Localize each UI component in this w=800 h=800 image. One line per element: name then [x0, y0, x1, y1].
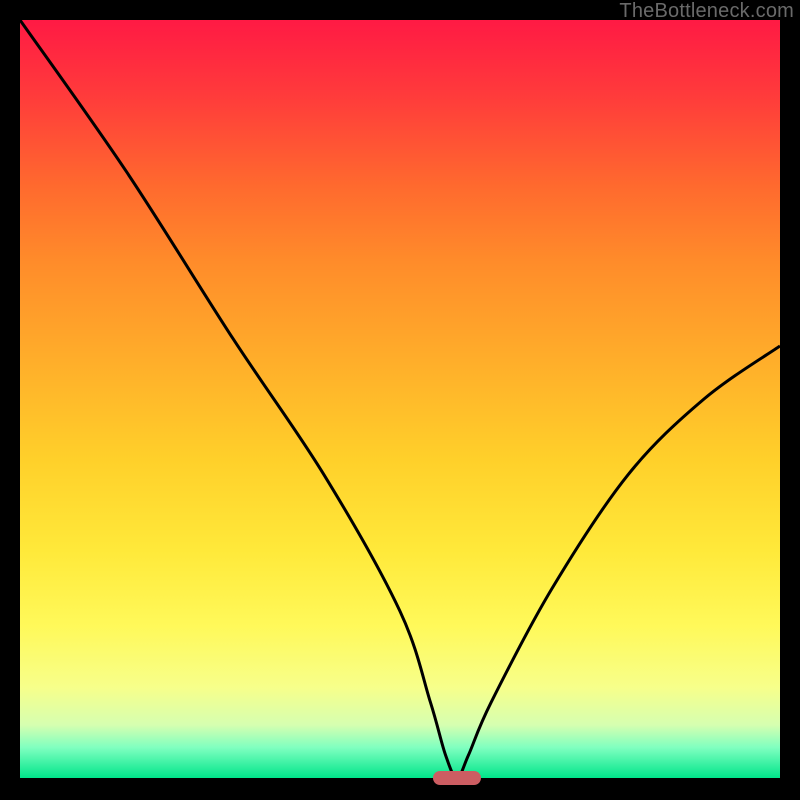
- curve-svg: [20, 20, 780, 778]
- bottleneck-curve: [20, 20, 780, 778]
- optimal-marker: [433, 771, 481, 785]
- plot-area: [20, 20, 780, 778]
- chart-frame: TheBottleneck.com: [0, 0, 800, 800]
